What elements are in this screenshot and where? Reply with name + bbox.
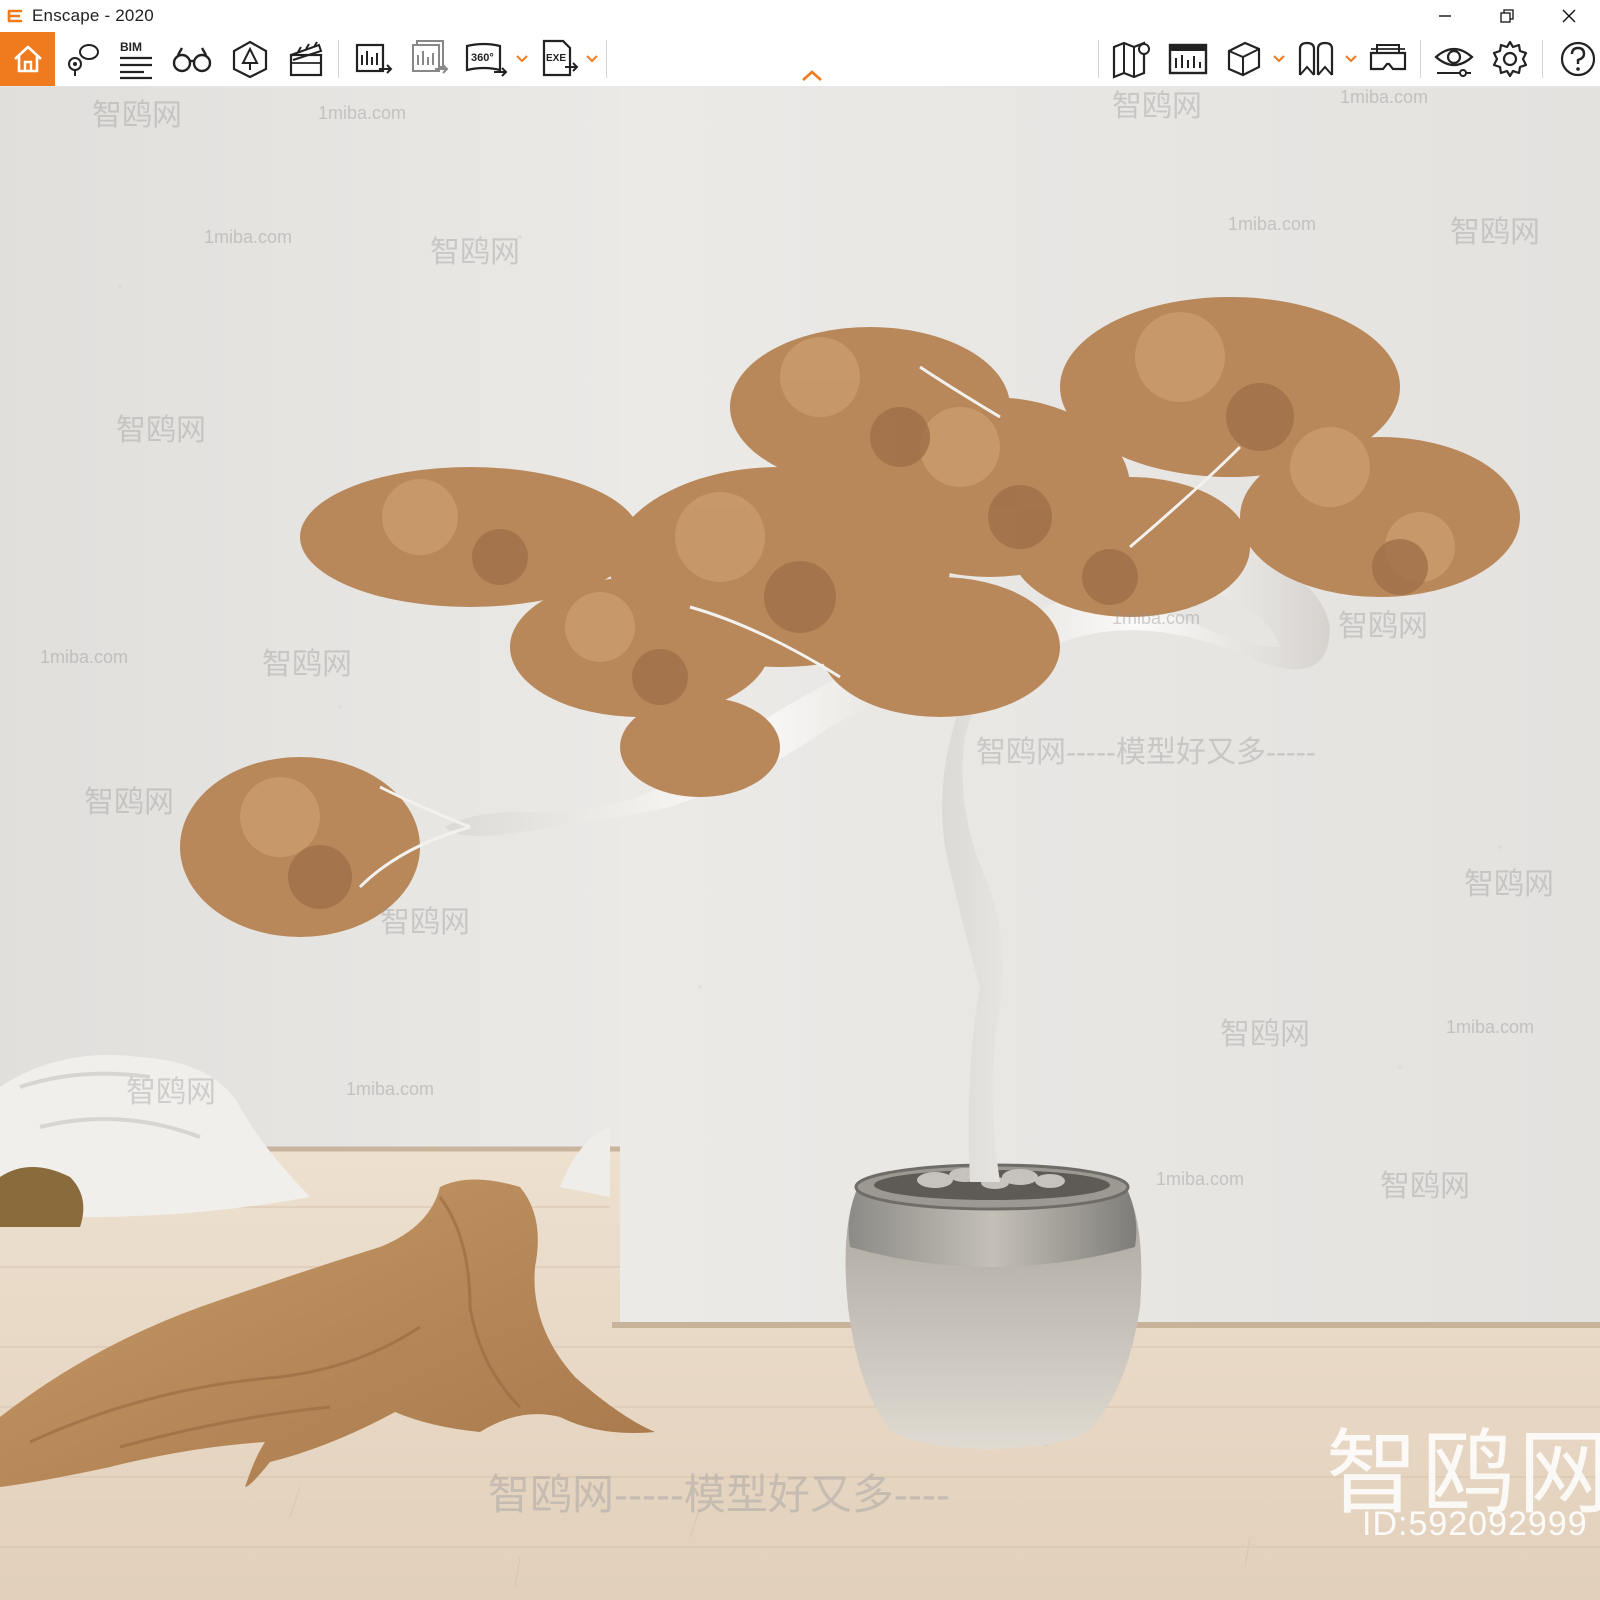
watermark-brand: 智鸥网 — [1464, 868, 1554, 901]
bookmark-button[interactable] — [1292, 36, 1340, 82]
watermark-brand: 智鸥网 — [1112, 90, 1202, 123]
close-icon — [1562, 9, 1576, 23]
cube-icon — [1227, 41, 1261, 77]
export-dropdown-icon[interactable] — [586, 54, 598, 64]
close-button[interactable] — [1538, 0, 1600, 32]
asset-library-icon — [232, 40, 268, 79]
bim-button[interactable]: BIM — [112, 36, 160, 82]
bookmark-dropdown-icon[interactable] — [1345, 54, 1357, 64]
watermark-site: 1miba.com — [1156, 1169, 1245, 1189]
watermark-site: 1miba.com — [1340, 87, 1429, 107]
watermark-id: ID:592092999 — [1362, 1505, 1588, 1543]
svg-text:EXE: EXE — [546, 53, 566, 64]
watermark-site: 1miba.com — [346, 1079, 435, 1099]
view-management-icon — [68, 44, 99, 76]
bim-icon: BIM — [120, 40, 152, 80]
restore-button[interactable] — [1476, 0, 1538, 32]
render-360-icon: 360° — [465, 42, 508, 77]
watermark-brand: 智鸥网 — [1380, 1170, 1470, 1203]
minimize-icon — [1439, 15, 1451, 17]
cube-dropdown-icon[interactable] — [1273, 54, 1285, 64]
collapse-toolbar-button[interactable] — [800, 68, 824, 82]
binoculars-icon — [172, 47, 212, 73]
vr-headset-button[interactable] — [1364, 36, 1412, 82]
screenshot-panel-icon — [1168, 43, 1208, 75]
watermark-site: 1miba.com — [1446, 1017, 1535, 1037]
watermark-site: 1miba.com — [204, 227, 293, 247]
render-image-button[interactable] — [406, 36, 454, 82]
gear-icon — [1492, 40, 1528, 78]
render-360-button[interactable]: 360° — [462, 36, 510, 82]
home-button[interactable] — [0, 32, 55, 86]
bookmark-icon — [1298, 41, 1334, 76]
restore-icon — [1500, 9, 1514, 23]
watermark-site: 1miba.com — [318, 103, 407, 123]
watermark-site: 1miba.com — [40, 647, 129, 667]
minimize-button[interactable] — [1414, 0, 1476, 32]
watermark-brand: 智鸥网 — [380, 906, 470, 939]
visual-settings-button[interactable] — [1430, 36, 1478, 82]
help-button[interactable] — [1554, 36, 1600, 82]
watermark-slogan: 智鸥网-----模型好又多---- — [488, 1471, 950, 1518]
visual-settings-icon — [1434, 47, 1474, 77]
binoculars-button[interactable] — [168, 36, 216, 82]
title-bar: Enscape - 2020 — [0, 0, 1600, 33]
svg-text:BIM: BIM — [120, 40, 142, 54]
settings-button[interactable] — [1486, 36, 1534, 82]
watermark-brand: 智鸥网 — [84, 786, 174, 819]
export-exe-button[interactable]: EXE — [536, 36, 584, 82]
svg-text:360°: 360° — [471, 52, 494, 64]
batch-render-icon — [355, 43, 393, 74]
video-editor-icon — [289, 41, 323, 77]
watermark-brand: 智鸥网 — [262, 648, 352, 681]
rendered-scene — [0, 87, 1600, 1600]
export-exe-icon: EXE — [542, 39, 579, 77]
map-button[interactable] — [1108, 36, 1156, 82]
watermark-brand: 智鸥网 — [126, 1076, 216, 1109]
chevron-up-icon — [802, 70, 822, 81]
watermark-site: 1miba.com — [1112, 608, 1201, 628]
watermark-brand: 智鸥网 — [92, 99, 182, 132]
window-title: Enscape - 2020 — [32, 6, 154, 25]
asset-library-button[interactable] — [226, 36, 274, 82]
enscape-logo-icon — [4, 5, 26, 27]
view-management-button[interactable] — [58, 36, 106, 82]
watermark-brand: 智鸥网 — [116, 414, 206, 447]
video-editor-button[interactable] — [282, 36, 330, 82]
home-icon — [13, 45, 42, 73]
cube-button[interactable] — [1220, 36, 1268, 82]
batch-render-button[interactable] — [350, 36, 398, 82]
render-360-dropdown-icon[interactable] — [516, 54, 528, 64]
watermark-brand: 智鸥网 — [430, 236, 520, 269]
watermark-slogan: 智鸥网-----模型好又多----- — [976, 736, 1316, 769]
render-image-icon — [412, 40, 449, 74]
watermark-brand: 智鸥网 — [1338, 610, 1428, 643]
watermark-brand: 智鸥网 — [1450, 216, 1540, 249]
help-icon — [1560, 41, 1596, 77]
watermark-brand: 智鸥网 — [1220, 1018, 1310, 1051]
vr-headset-icon — [1369, 44, 1407, 71]
watermark-site: 1miba.com — [1228, 214, 1317, 234]
map-icon — [1112, 41, 1150, 79]
screenshot-panel-button[interactable] — [1164, 36, 1212, 82]
render-viewport[interactable]: 智鸥网 1miba.com 智鸥网 1miba.com 1miba.com 智鸥… — [0, 87, 1600, 1600]
